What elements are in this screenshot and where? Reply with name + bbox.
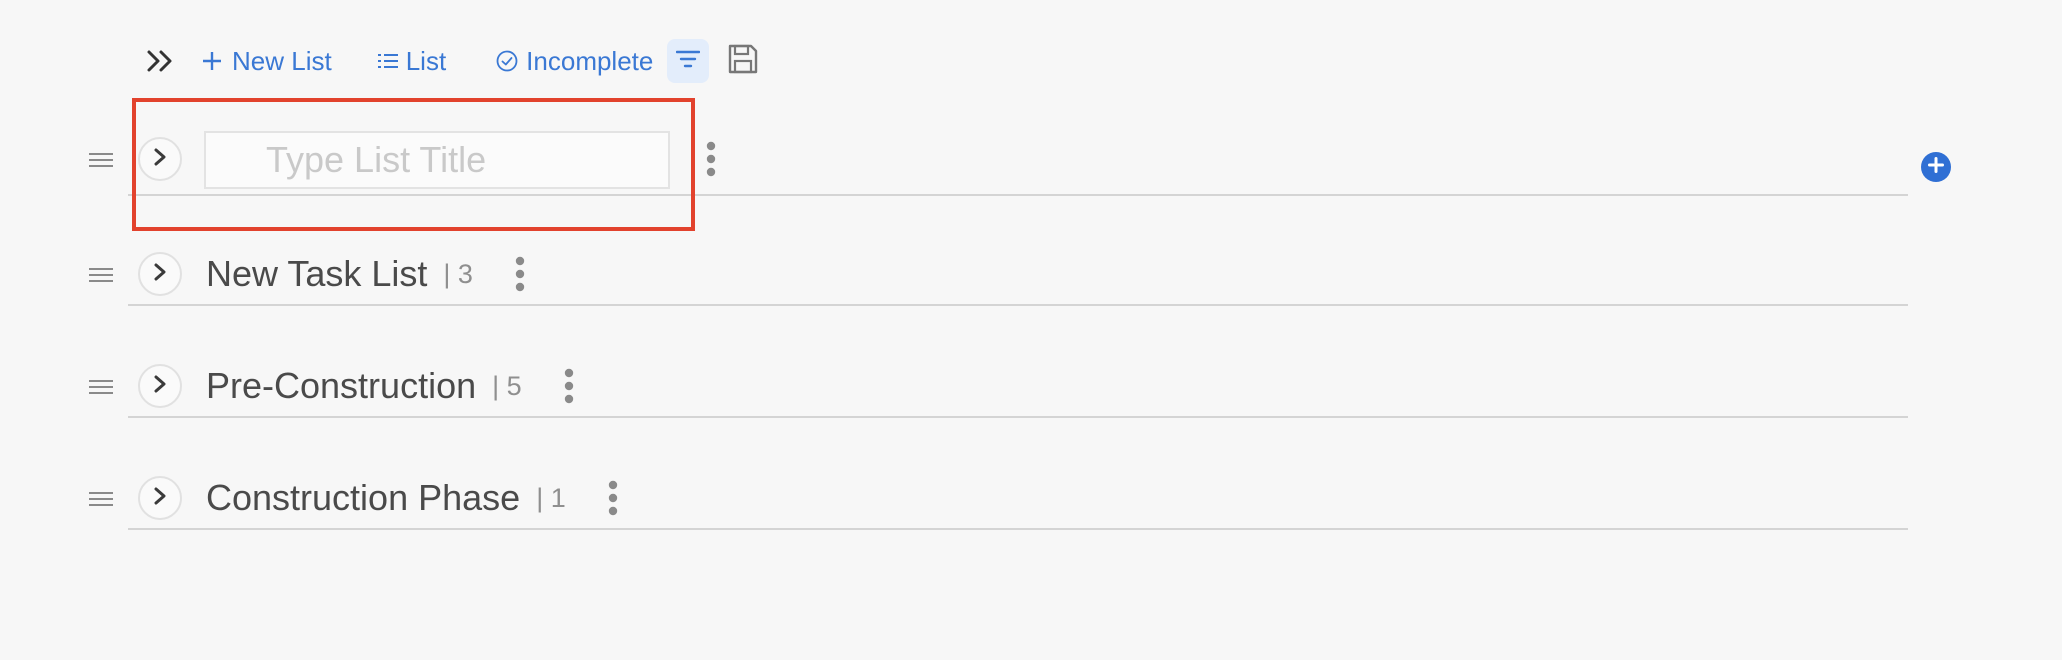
list-title-group: Construction Phase | 1 xyxy=(206,476,620,520)
plus-icon xyxy=(202,51,232,71)
filter-icon xyxy=(676,49,701,74)
expand-all-button[interactable] xyxy=(146,49,176,73)
list-title[interactable]: Construction Phase xyxy=(206,477,520,519)
filter-button[interactable] xyxy=(667,39,710,83)
more-options-icon[interactable] xyxy=(606,478,620,518)
expand-toggle-button[interactable] xyxy=(138,364,182,408)
more-options-icon[interactable] xyxy=(704,139,718,179)
add-list-button[interactable] xyxy=(1921,152,1951,182)
task-count: | 5 xyxy=(492,370,522,401)
toolbar: New List List Incomplete xyxy=(146,36,759,86)
list-row: Pre-Construction | 5 xyxy=(88,358,1908,418)
more-options-icon[interactable] xyxy=(562,366,576,406)
list-title-group: New Task List | 3 xyxy=(206,252,527,296)
status-filter-label: Incomplete xyxy=(526,45,654,76)
double-chevron-right-icon xyxy=(146,49,176,73)
chevron-right-icon xyxy=(153,374,167,399)
expand-toggle-button[interactable] xyxy=(138,476,182,520)
task-count: | 1 xyxy=(536,482,566,513)
save-icon xyxy=(727,43,759,80)
list-row: New Task List | 3 xyxy=(88,246,1908,306)
task-count: | 3 xyxy=(443,258,473,289)
drag-handle-icon[interactable] xyxy=(88,377,114,397)
save-view-button[interactable] xyxy=(727,43,759,80)
expand-toggle-button[interactable] xyxy=(138,252,182,296)
new-list-row xyxy=(88,131,1908,196)
view-mode-list-button[interactable]: List xyxy=(377,45,447,77)
row-divider xyxy=(128,304,1908,306)
list-title[interactable]: New Task List xyxy=(206,253,427,295)
row-divider xyxy=(128,416,1908,418)
chevron-right-icon xyxy=(153,262,167,287)
drag-handle-icon[interactable] xyxy=(88,150,114,170)
row-divider xyxy=(128,194,1908,196)
view-mode-label: List xyxy=(405,45,447,76)
new-list-label: New List xyxy=(232,45,332,76)
more-options-icon[interactable] xyxy=(513,254,527,294)
new-list-button[interactable]: New List xyxy=(202,46,332,77)
list-title-input[interactable] xyxy=(204,131,670,189)
list-title-group: Pre-Construction | 5 xyxy=(206,364,576,408)
list-icon xyxy=(377,52,406,70)
check-circle-icon xyxy=(496,50,526,72)
list-title[interactable]: Pre-Construction xyxy=(206,365,476,407)
plus-icon xyxy=(1928,156,1944,178)
status-filter-button[interactable]: Incomplete xyxy=(496,46,653,77)
drag-handle-icon[interactable] xyxy=(88,489,114,509)
chevron-right-icon xyxy=(153,147,167,172)
expand-toggle-button[interactable] xyxy=(138,137,182,181)
drag-handle-icon[interactable] xyxy=(88,265,114,285)
row-divider xyxy=(128,528,1908,530)
list-row: Construction Phase | 1 xyxy=(88,470,1908,530)
chevron-right-icon xyxy=(153,486,167,511)
